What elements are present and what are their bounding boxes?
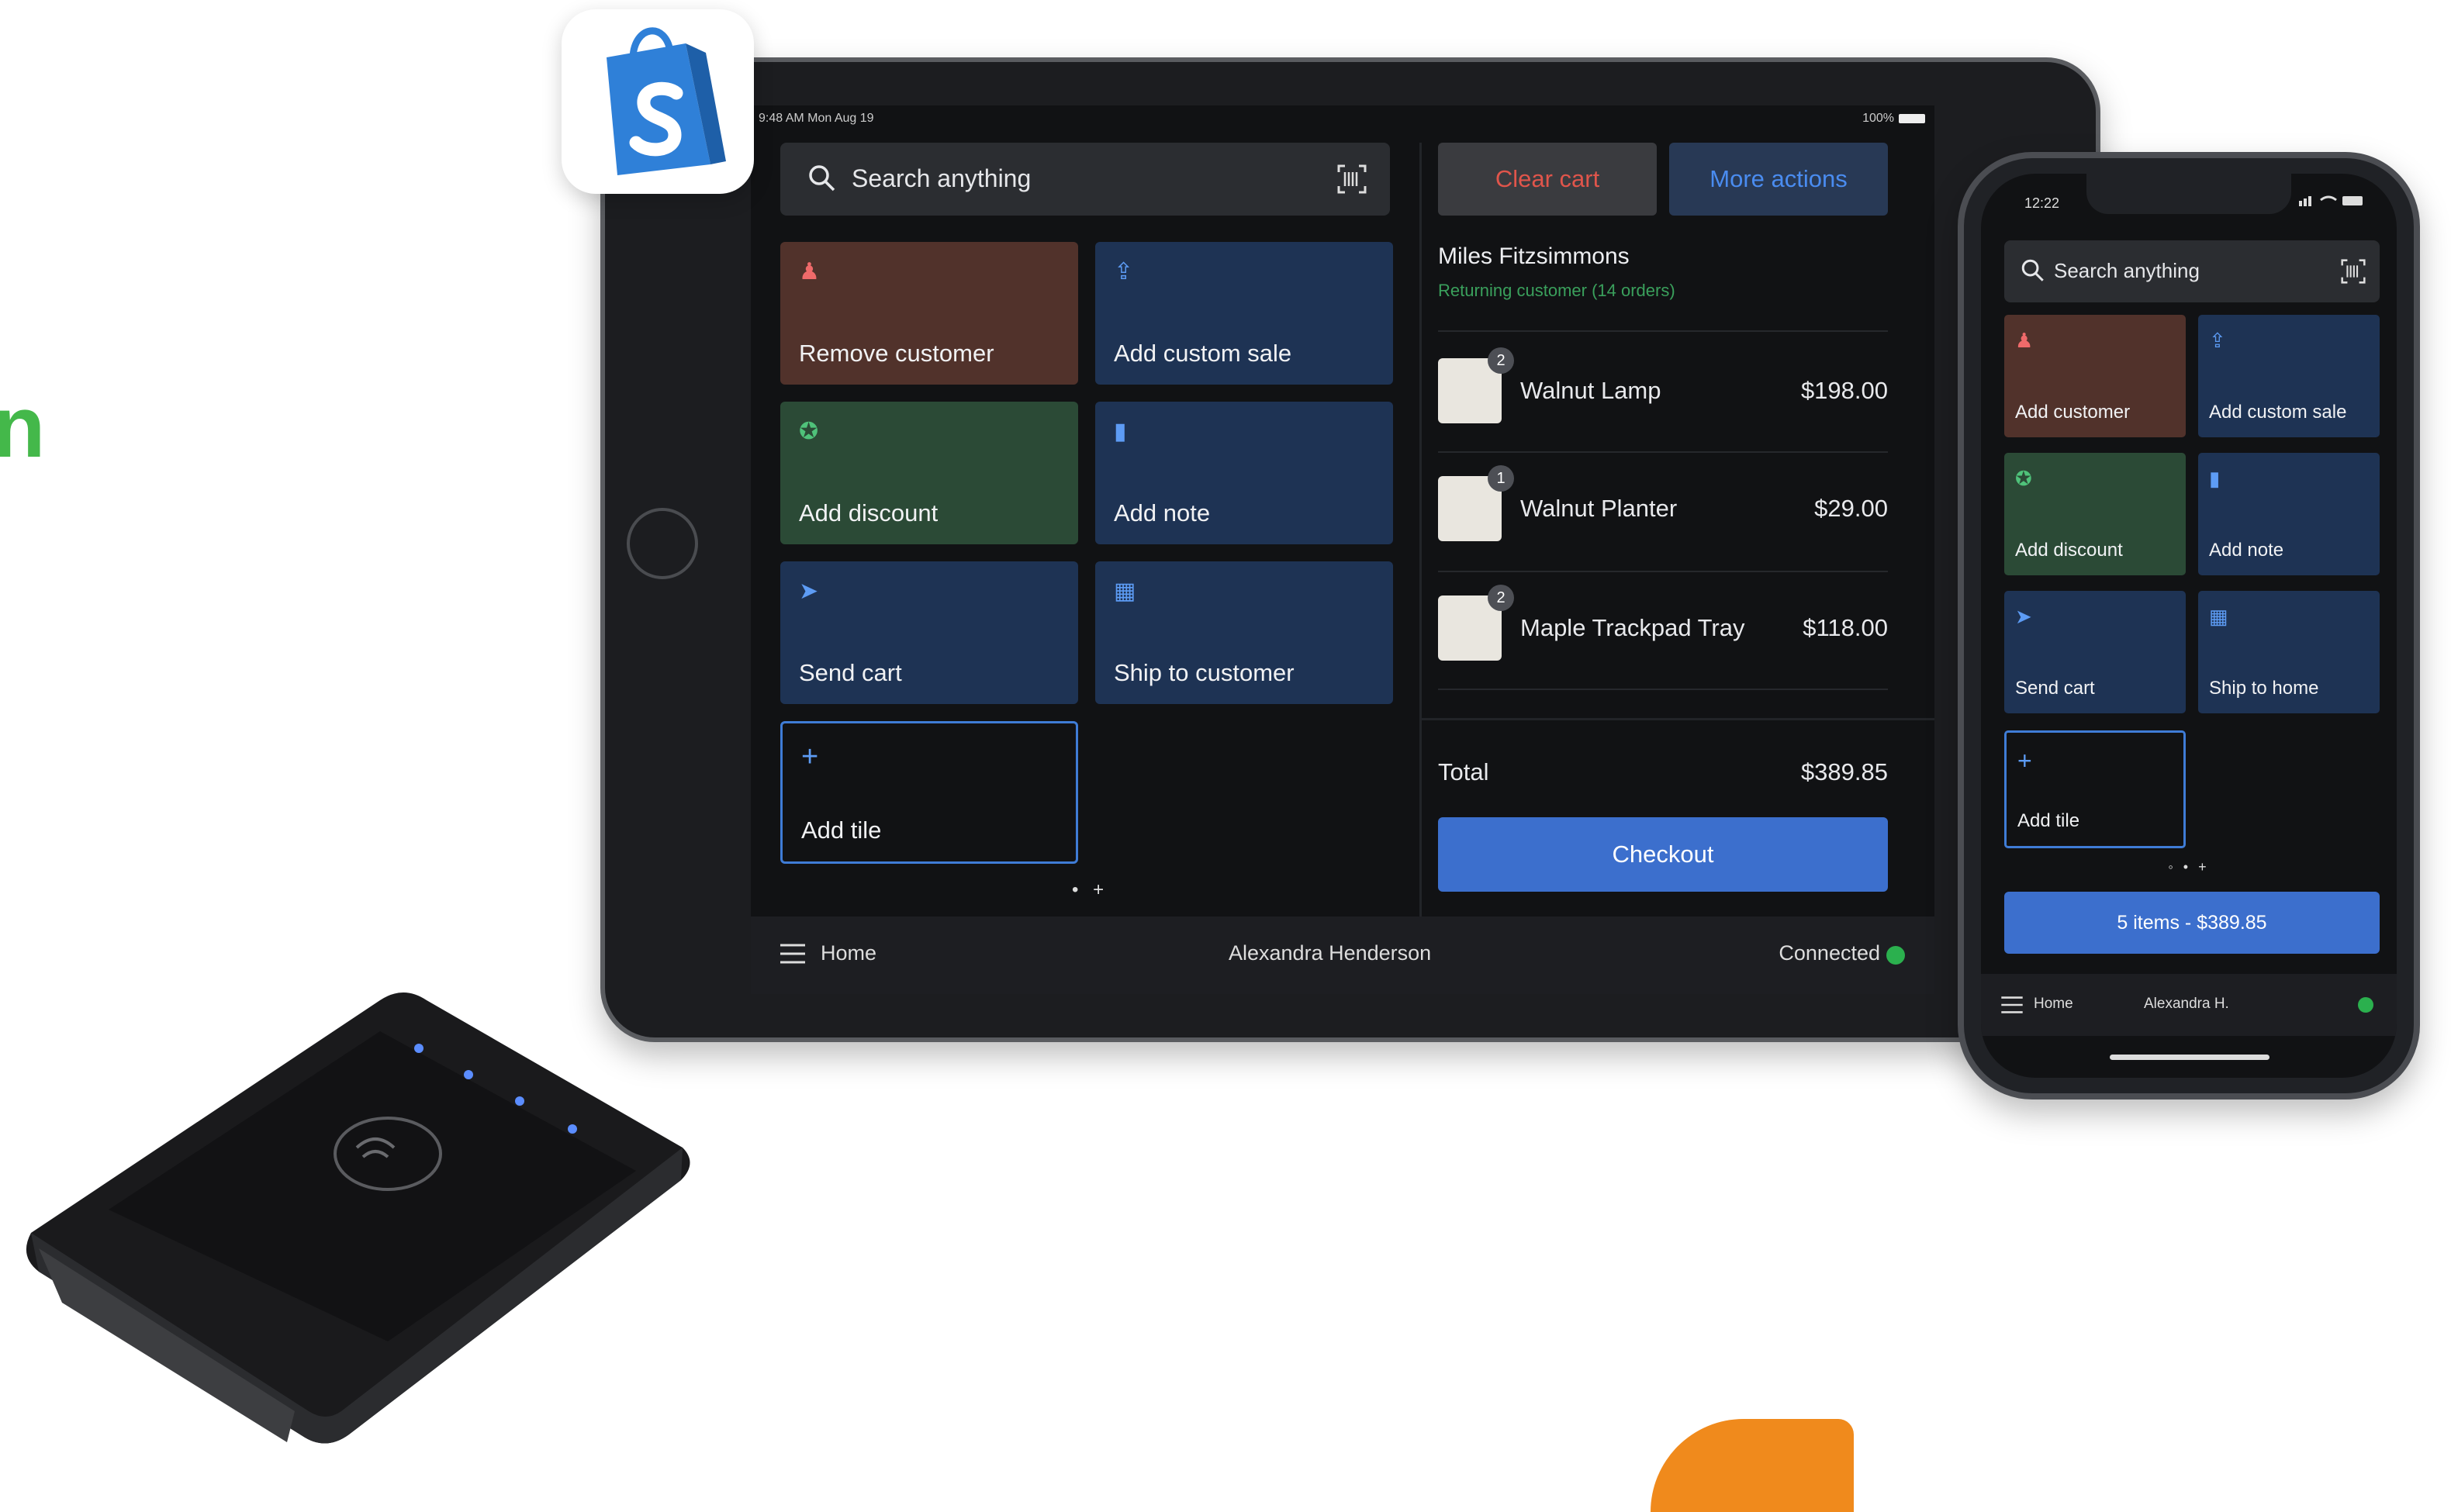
staff-name[interactable]: Alexandra H. <box>2144 996 2229 1013</box>
tile-remove-customer[interactable]: ♟ Remove customer <box>780 242 1078 385</box>
status-time: 9:48 AM Mon Aug 19 <box>759 112 874 125</box>
item-price: $198.00 <box>1800 377 1888 404</box>
partial-heading-letter: n <box>0 378 46 475</box>
menu-icon[interactable] <box>2001 996 2023 1014</box>
cart-summary-button[interactable]: 5 items - $389.85 <box>2004 892 2380 954</box>
status-light <box>515 1096 524 1106</box>
nav-home[interactable]: Home <box>821 941 876 965</box>
status-light <box>464 1070 473 1079</box>
menu-icon[interactable] <box>780 943 805 965</box>
shopify-app-icon <box>562 9 754 194</box>
upload-icon: ⇪ <box>1114 259 1134 285</box>
item-name: Maple Trackpad Tray <box>1520 614 1745 641</box>
phone-search-input[interactable]: Search anything <box>2004 240 2380 302</box>
plus-icon: + <box>801 740 819 773</box>
connection-status: Connected <box>1779 941 1880 965</box>
item-name: Walnut Planter <box>1520 495 1678 522</box>
note-icon: ▮ <box>2209 467 2221 490</box>
quantity-badge: 2 <box>1488 347 1514 374</box>
tile-send-cart[interactable]: ➤ Send cart <box>780 561 1078 704</box>
divider <box>1438 689 1888 690</box>
tile-add-tile[interactable]: + Add tile <box>780 721 1078 864</box>
phone-bottom-bar: Home Alexandra H. <box>1981 974 2397 1036</box>
total-label: Total <box>1438 758 1489 785</box>
item-price: $118.00 <box>1803 614 1888 641</box>
person-icon: ♟ <box>799 259 820 285</box>
home-indicator[interactable] <box>2110 1055 2270 1060</box>
connected-indicator-icon <box>2358 997 2373 1013</box>
total-value: $389.85 <box>1800 758 1888 785</box>
send-icon: ➤ <box>2015 605 2032 628</box>
upload-icon: ⇪ <box>2209 329 2226 352</box>
cart-item[interactable]: 2 Walnut Lamp $198.00 <box>1438 347 1888 425</box>
checkout-button[interactable]: Checkout <box>1438 817 1888 892</box>
nav-home[interactable]: Home <box>2034 996 2073 1013</box>
tablet-screen: 9:48 AM Mon Aug 19 100% Search anything … <box>751 105 1934 994</box>
note-icon: ▮ <box>1114 419 1127 444</box>
quantity-badge: 1 <box>1488 465 1514 492</box>
person-icon: ♟ <box>2015 329 2034 352</box>
item-price: $29.00 <box>1814 495 1888 522</box>
staff-name[interactable]: Alexandra Henderson <box>1229 941 1431 965</box>
search-icon <box>809 165 835 192</box>
send-icon: ➤ <box>799 578 819 604</box>
tablet-home-button <box>627 508 698 579</box>
tile-add-discount[interactable]: ✪ Add discount <box>2004 453 2186 575</box>
status-bar: 9:48 AM Mon Aug 19 100% <box>759 112 1925 129</box>
divider <box>1438 330 1888 332</box>
battery-icon <box>1899 113 1925 123</box>
tile-ship-to-home[interactable]: ▦ Ship to home <box>2198 591 2380 713</box>
shopping-bag-icon <box>607 27 726 175</box>
cart-item[interactable]: 1 Walnut Planter $29.00 <box>1438 465 1888 543</box>
page-indicator[interactable]: ◦ • + <box>1981 859 2397 875</box>
tile-send-cart[interactable]: ➤ Send cart <box>2004 591 2186 713</box>
search-icon <box>2021 259 2044 281</box>
orange-shape <box>1651 1419 1854 1512</box>
tile-ship-to-customer[interactable]: ▦ Ship to customer <box>1095 561 1393 704</box>
more-actions-button[interactable]: More actions <box>1669 143 1888 216</box>
panel-divider <box>1419 143 1422 917</box>
phone-screen: 12:22 Search anything ♟ Add customer ⇪ A… <box>1981 174 2397 1078</box>
ship-icon: ▦ <box>2209 605 2228 628</box>
customer-name[interactable]: Miles Fitzsimmons <box>1438 243 1630 270</box>
search-placeholder: Search anything <box>2054 259 2200 282</box>
discount-icon: ✪ <box>2015 467 2032 490</box>
search-placeholder: Search anything <box>852 164 1032 192</box>
divider <box>1438 571 1888 572</box>
divider <box>1419 718 1934 720</box>
status-light <box>414 1044 423 1053</box>
tile-add-note[interactable]: ▮ Add note <box>2198 453 2380 575</box>
phone-status-time: 12:22 <box>2024 195 2060 211</box>
plus-icon: + <box>2017 747 2032 775</box>
tile-add-note[interactable]: ▮ Add note <box>1095 402 1393 544</box>
tile-add-tile[interactable]: + Add tile <box>2004 730 2186 848</box>
tile-add-custom-sale[interactable]: ⇪ Add custom sale <box>2198 315 2380 437</box>
quantity-badge: 2 <box>1488 585 1514 611</box>
page-indicator[interactable]: • + <box>1072 879 1108 901</box>
status-battery: 100% <box>1862 112 1925 126</box>
tile-add-discount[interactable]: ✪ Add discount <box>780 402 1078 544</box>
status-light <box>568 1124 577 1134</box>
barcode-scan-icon[interactable] <box>1337 164 1367 194</box>
customer-status: Returning customer (14 orders) <box>1438 281 1675 300</box>
divider <box>1438 451 1888 453</box>
tile-add-customer[interactable]: ♟ Add customer <box>2004 315 2186 437</box>
bottom-bar: Home Alexandra Henderson Connected <box>751 917 1934 994</box>
tile-add-custom-sale[interactable]: ⇪ Add custom sale <box>1095 242 1393 385</box>
clear-cart-button[interactable]: Clear cart <box>1438 143 1657 216</box>
connected-indicator-icon <box>1886 946 1905 965</box>
ship-icon: ▦ <box>1114 578 1136 604</box>
search-input[interactable]: Search anything <box>780 143 1390 216</box>
signal-wifi-battery-icon <box>2299 195 2363 206</box>
barcode-scan-icon[interactable] <box>2341 259 2366 284</box>
cart-item[interactable]: 2 Maple Trackpad Tray $118.00 <box>1438 585 1888 662</box>
card-reader-device <box>26 992 690 1444</box>
phone-notch <box>2086 174 2291 214</box>
discount-icon: ✪ <box>799 419 819 444</box>
item-name: Walnut Lamp <box>1520 377 1661 404</box>
